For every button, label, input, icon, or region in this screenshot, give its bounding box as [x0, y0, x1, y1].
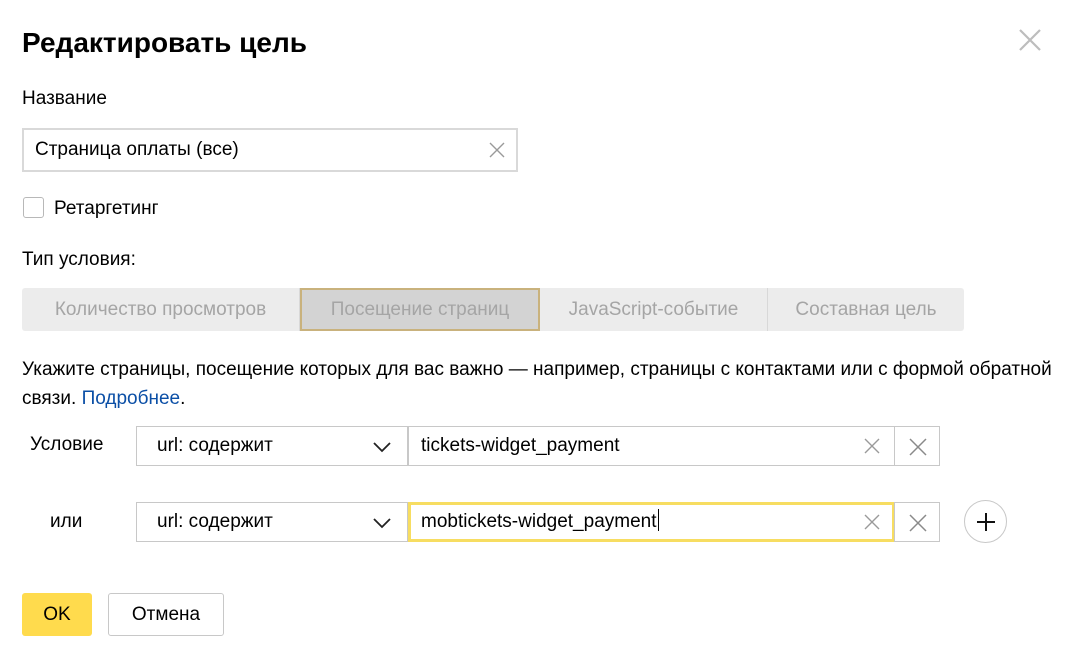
clear-icon[interactable]: [489, 142, 505, 158]
condition-type-label: Тип условия:: [22, 249, 136, 270]
url-value-text: mobtickets-widget_payment: [421, 509, 659, 532]
condition-label: Условие: [30, 434, 104, 455]
tab-composite-goal[interactable]: Составная цель: [768, 288, 964, 331]
match-type-select[interactable]: url: содержит: [136, 502, 408, 542]
description-text: Укажите страницы, посещение которых для …: [22, 355, 1052, 413]
retargeting-checkbox[interactable]: [23, 197, 44, 218]
cancel-button[interactable]: Отмена: [108, 593, 224, 636]
remove-condition-button[interactable]: [894, 426, 940, 466]
url-value-input[interactable]: tickets-widget_payment: [408, 426, 895, 466]
match-type-value: url: содержит: [157, 511, 273, 532]
close-icon: [909, 438, 927, 456]
condition-type-tabs: Количество просмотров Посещение страниц …: [22, 288, 964, 331]
match-type-value: url: содержит: [157, 435, 273, 456]
more-link[interactable]: Подробнее: [82, 388, 181, 409]
plus-icon: [977, 513, 995, 531]
close-icon[interactable]: [1016, 26, 1044, 54]
tab-views-count[interactable]: Количество просмотров: [22, 288, 300, 331]
or-label: или: [50, 511, 83, 532]
name-input[interactable]: Страница оплаты (все): [22, 128, 518, 172]
remove-condition-button[interactable]: [894, 502, 940, 542]
url-value-text: tickets-widget_payment: [421, 435, 620, 456]
name-label: Название: [22, 88, 107, 109]
name-input-value: Страница оплаты (все): [35, 139, 239, 160]
chevron-down-icon: [373, 516, 391, 529]
close-icon: [909, 514, 927, 532]
chevron-down-icon: [373, 440, 391, 453]
dialog-title: Редактировать цель: [22, 27, 307, 58]
tab-javascript-event[interactable]: JavaScript-событие: [540, 288, 768, 331]
tab-page-visit[interactable]: Посещение страниц: [300, 288, 540, 331]
match-type-select[interactable]: url: содержит: [136, 426, 408, 466]
clear-icon[interactable]: [864, 438, 880, 454]
ok-button[interactable]: OK: [22, 593, 92, 636]
description-tail: .: [180, 388, 186, 409]
add-condition-button[interactable]: [964, 500, 1007, 543]
clear-icon[interactable]: [864, 514, 880, 530]
retargeting-label: Ретаргетинг: [54, 198, 159, 219]
url-value-input[interactable]: mobtickets-widget_payment: [408, 502, 895, 542]
